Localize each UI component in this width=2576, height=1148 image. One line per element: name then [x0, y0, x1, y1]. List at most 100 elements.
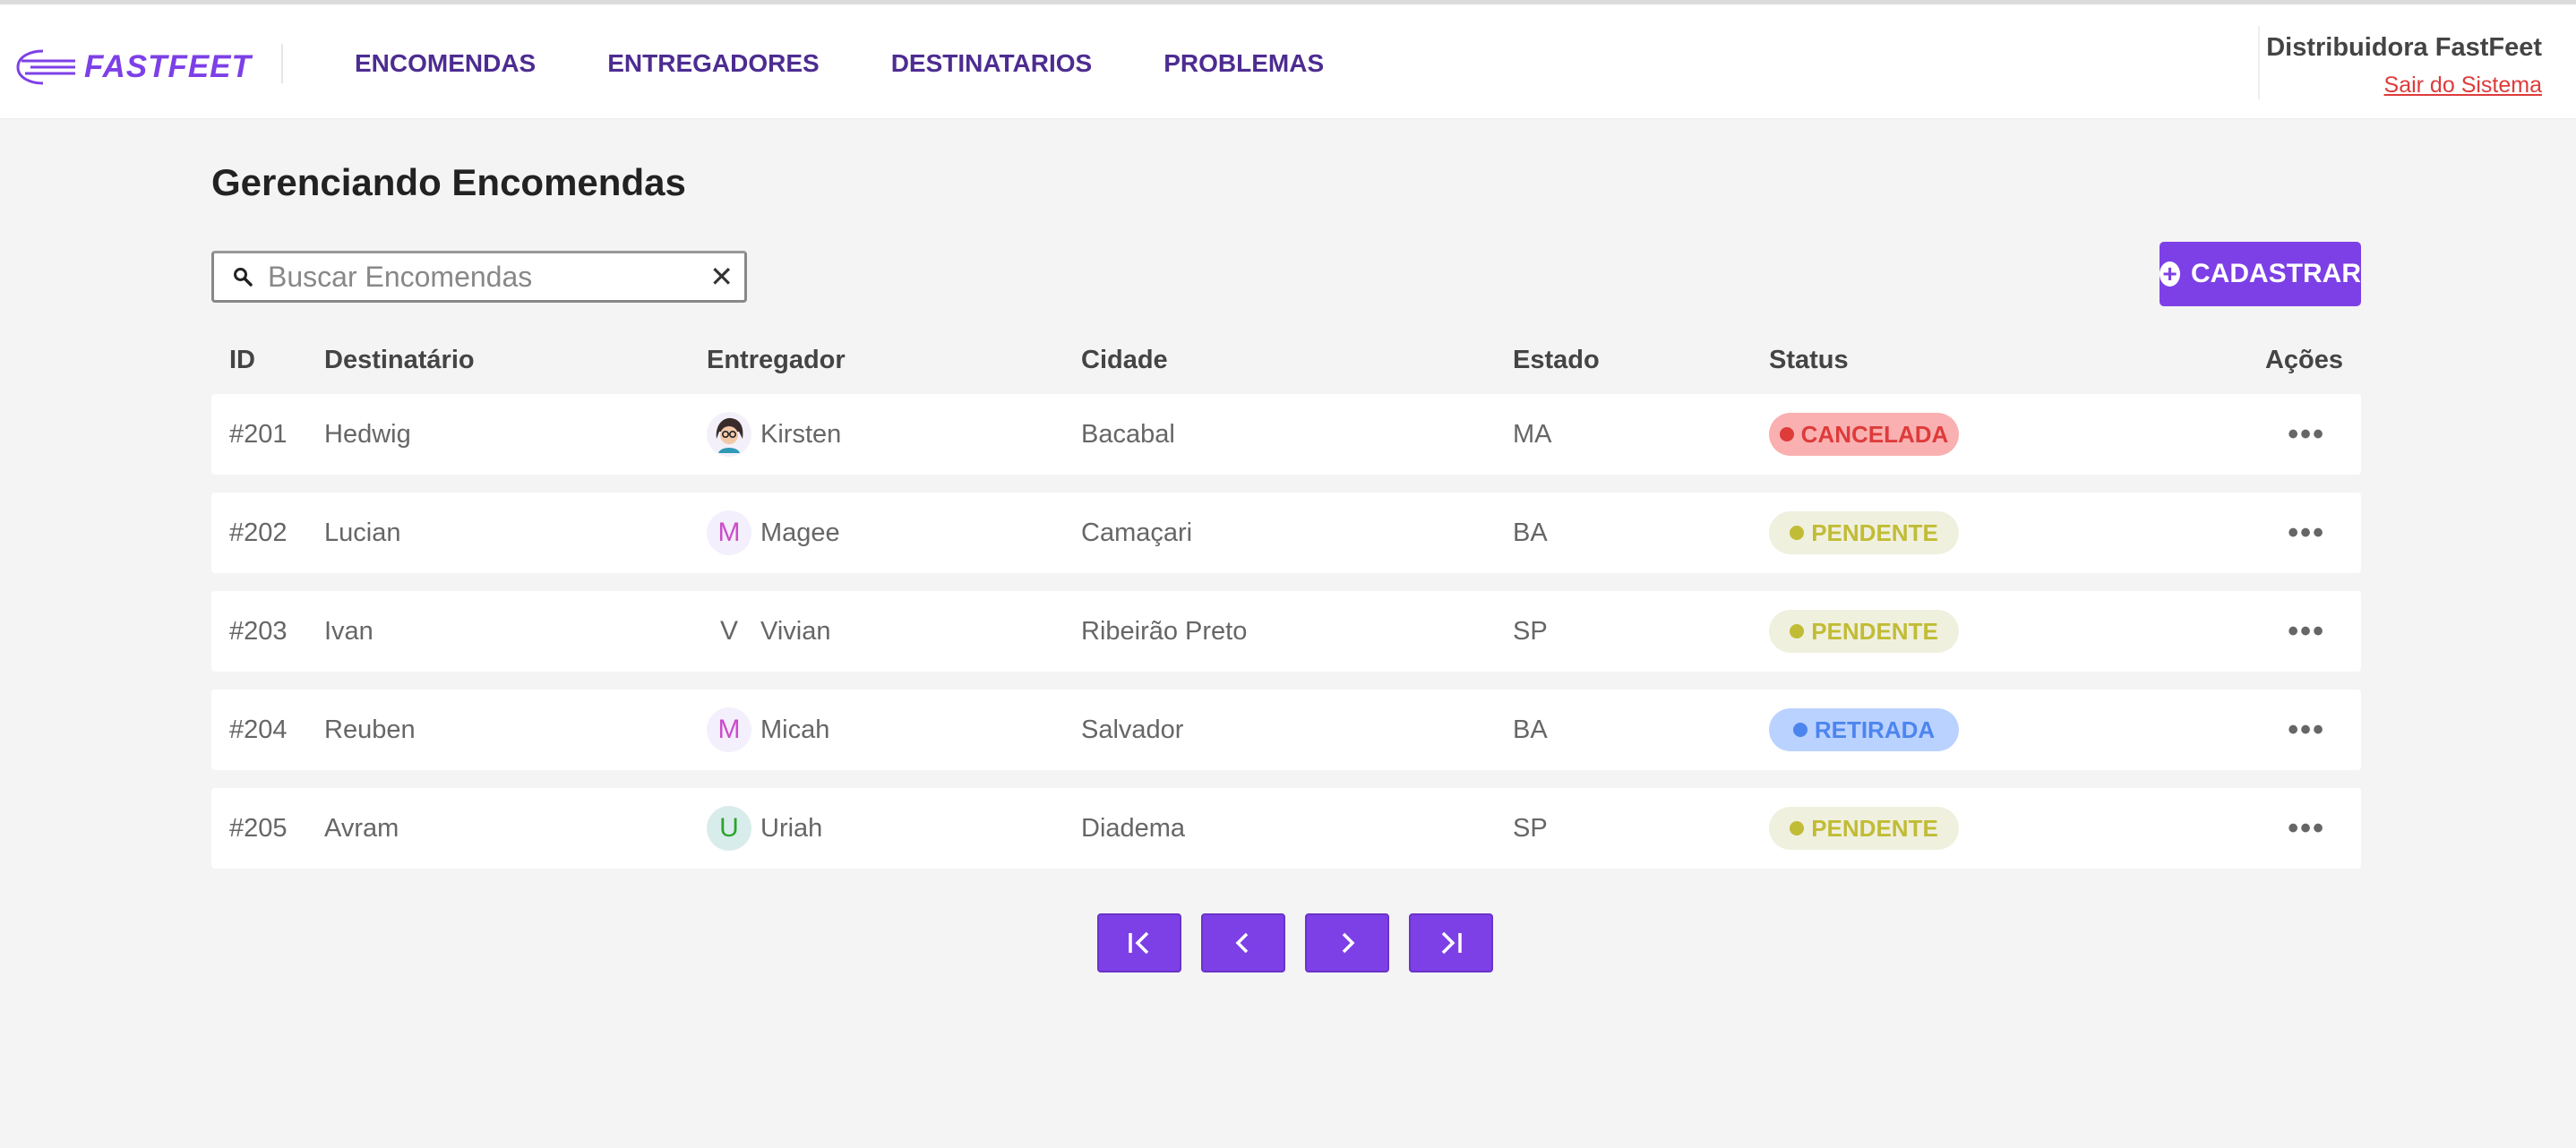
- avatar: [707, 412, 751, 457]
- status-badge: PENDENTE: [1769, 511, 1959, 554]
- cell-actions: •••: [2288, 394, 2325, 475]
- deliverer-name: Uriah: [760, 813, 823, 843]
- deliverer-name: Micah: [760, 715, 830, 744]
- logo[interactable]: FASTFEET: [13, 42, 252, 92]
- more-actions-icon[interactable]: •••: [2288, 518, 2325, 548]
- nav-item-destinatarios[interactable]: DESTINATARIOS: [891, 47, 1093, 80]
- prev-page-button[interactable]: [1201, 913, 1285, 972]
- more-actions-icon[interactable]: •••: [2288, 715, 2325, 745]
- plus-circle-icon: +: [2160, 261, 2180, 287]
- more-actions-icon[interactable]: •••: [2288, 419, 2325, 450]
- column-header-recipient: Destinatário: [324, 346, 475, 374]
- truck-logo-icon: [16, 49, 75, 85]
- cell-city: Diadema: [1081, 813, 1186, 843]
- user-panel: Distribuidora FastFeet Sair do Sistema: [2266, 30, 2542, 101]
- clear-search-icon[interactable]: ✕: [709, 262, 734, 291]
- status-label: PENDENTE: [1811, 617, 1938, 645]
- column-header-id: ID: [229, 346, 255, 374]
- cell-state: BA: [1513, 715, 1548, 744]
- cell-recipient: Ivan: [324, 616, 374, 646]
- cell-actions: •••: [2288, 788, 2325, 869]
- deliverer-name: Kirsten: [760, 419, 842, 449]
- cell-actions: •••: [2288, 493, 2325, 573]
- logo-text: FASTFEET: [84, 49, 252, 84]
- cell-state: SP: [1513, 616, 1548, 646]
- cell-id: #205: [229, 813, 288, 843]
- logo-divider: [281, 44, 283, 83]
- deliverer-name: Vivian: [760, 616, 831, 646]
- logout-link[interactable]: Sair do Sistema: [2266, 69, 2542, 101]
- status-dot-icon: [1790, 821, 1805, 835]
- cell-status: CANCELADA: [1769, 394, 1959, 475]
- nav-item-encomendas[interactable]: ENCOMENDAS: [355, 47, 536, 80]
- cell-status: PENDENTE: [1769, 788, 1959, 869]
- nav-item-entregadores[interactable]: ENTREGADORES: [607, 47, 819, 80]
- search-input[interactable]: [268, 260, 710, 294]
- cell-actions: •••: [2288, 690, 2325, 770]
- status-dot-icon: [1790, 526, 1805, 540]
- first-page-icon: [1129, 931, 1149, 955]
- search-icon: [230, 264, 255, 289]
- cell-city: Salvador: [1081, 715, 1184, 744]
- next-page-icon: [1342, 932, 1355, 954]
- search-box: ✕: [211, 251, 747, 303]
- add-order-button[interactable]: + CADASTRAR: [2160, 242, 2361, 306]
- cell-deliverer: M Magee: [707, 493, 840, 573]
- top-navbar: FASTFEET ENCOMENDAS ENTREGADORES DESTINA…: [0, 4, 2576, 119]
- nav-item-problemas[interactable]: PROBLEMAS: [1163, 47, 1324, 80]
- cell-deliverer: Kirsten: [707, 394, 841, 475]
- user-name: Distribuidora FastFeet: [2266, 33, 2542, 62]
- column-header-city: Cidade: [1081, 346, 1168, 374]
- cell-city: Bacabal: [1081, 419, 1175, 449]
- cell-deliverer: V Vivian: [707, 591, 830, 672]
- status-label: PENDENTE: [1811, 814, 1938, 842]
- cell-recipient: Hedwig: [324, 419, 411, 449]
- table-row: #204 Reuben M Micah Salvador BA RETIRADA •••: [211, 690, 2361, 770]
- cell-id: #204: [229, 715, 288, 744]
- next-page-button[interactable]: [1305, 913, 1389, 972]
- table-row: #202 Lucian M Magee Camaçari BA PENDENTE •••: [211, 493, 2361, 573]
- table-header: ID Destinatário Entregador Cidade Estado…: [211, 340, 2361, 380]
- column-header-status: Status: [1769, 346, 1849, 374]
- last-page-button[interactable]: [1409, 913, 1493, 972]
- status-dot-icon: [1779, 427, 1794, 441]
- status-badge: CANCELADA: [1769, 413, 1959, 456]
- status-dot-icon: [1790, 624, 1805, 638]
- deliverer-name: Magee: [760, 518, 840, 547]
- header-divider: [2258, 26, 2260, 99]
- cell-recipient: Avram: [324, 813, 399, 843]
- last-page-icon: [1441, 931, 1462, 955]
- first-page-button[interactable]: [1097, 913, 1181, 972]
- avatar: M: [707, 707, 751, 752]
- cell-id: #202: [229, 518, 288, 547]
- more-actions-icon[interactable]: •••: [2288, 616, 2325, 647]
- cell-deliverer: M Micah: [707, 690, 829, 770]
- more-actions-icon[interactable]: •••: [2288, 813, 2325, 844]
- cell-state: MA: [1513, 419, 1552, 449]
- cell-recipient: Reuben: [324, 715, 416, 744]
- status-badge: PENDENTE: [1769, 610, 1959, 653]
- table-row: #205 Avram U Uriah Diadema SP PENDENTE •••: [211, 788, 2361, 869]
- add-order-label: CADASTRAR: [2191, 259, 2361, 288]
- status-dot-icon: [1792, 723, 1807, 737]
- cell-deliverer: U Uriah: [707, 788, 822, 869]
- cell-status: PENDENTE: [1769, 591, 1959, 672]
- table-row: #203 Ivan V Vivian Ribeirão Preto SP PENDENTE •…: [211, 591, 2361, 672]
- cell-state: SP: [1513, 813, 1548, 843]
- page-title: Gerenciando Encomendas: [211, 161, 686, 203]
- status-badge: RETIRADA: [1769, 708, 1959, 751]
- cell-id: #203: [229, 616, 288, 646]
- cell-city: Ribeirão Preto: [1081, 616, 1248, 646]
- prev-page-icon: [1235, 932, 1249, 954]
- cell-status: PENDENTE: [1769, 493, 1959, 573]
- status-label: CANCELADA: [1800, 420, 1949, 448]
- cell-id: #201: [229, 419, 288, 449]
- column-header-deliverer: Entregador: [707, 346, 846, 374]
- column-header-state: Estado: [1513, 346, 1600, 374]
- cell-state: BA: [1513, 518, 1548, 547]
- main-nav: ENCOMENDAS ENTREGADORES DESTINATARIOS PR…: [355, 47, 1395, 80]
- cell-status: RETIRADA: [1769, 690, 1959, 770]
- pagination: [1097, 913, 1513, 972]
- avatar: M: [707, 510, 751, 555]
- cell-actions: •••: [2288, 591, 2325, 672]
